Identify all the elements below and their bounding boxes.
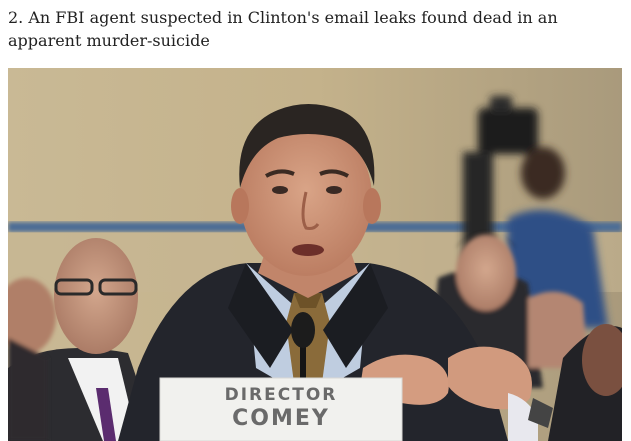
hearing-photo-illustration: DIRECTOR COMEY bbox=[8, 68, 622, 441]
article-card: 2. An FBI agent suspected in Clinton's e… bbox=[0, 0, 631, 441]
name-placard: DIRECTOR COMEY bbox=[159, 377, 403, 441]
article-headline[interactable]: 2. An FBI agent suspected in Clinton's e… bbox=[8, 6, 618, 52]
article-photo[interactable]: DIRECTOR COMEY bbox=[8, 68, 622, 441]
placard-line-2: COMEY bbox=[232, 406, 330, 431]
placard-line-1: DIRECTOR bbox=[225, 385, 338, 405]
